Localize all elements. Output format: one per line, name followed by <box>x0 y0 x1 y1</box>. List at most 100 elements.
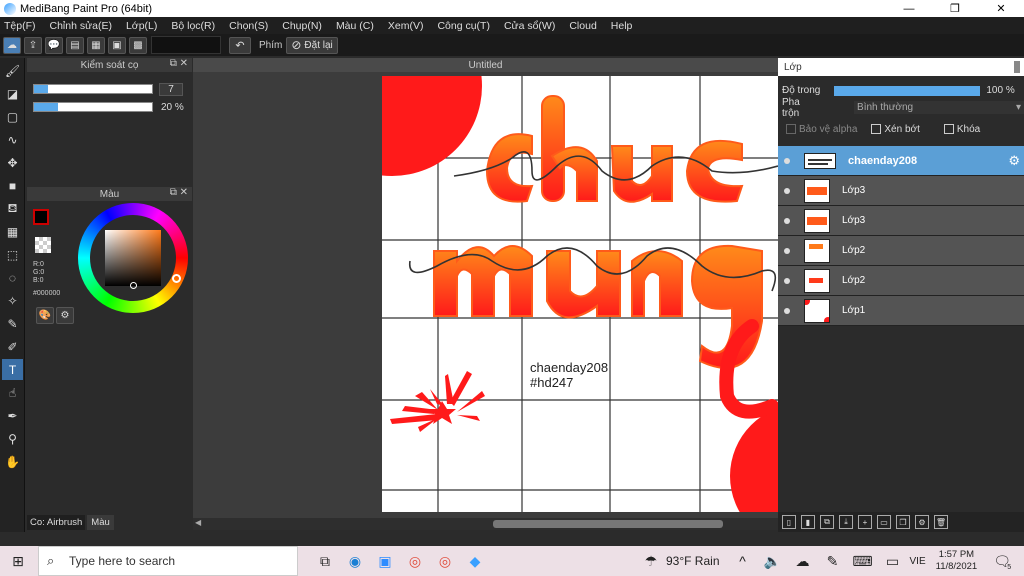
visibility-icon[interactable] <box>784 187 790 194</box>
folder-icon[interactable]: ▭ <box>877 515 891 529</box>
weather-text[interactable]: 93°F Rain <box>666 554 720 568</box>
panel-scroll-icon[interactable] <box>1014 61 1020 73</box>
menu-color[interactable]: Màu (C) <box>336 20 374 32</box>
menu-file[interactable]: Tệp(F) <box>4 20 36 32</box>
scroll-left-icon[interactable]: ◀ <box>195 518 201 527</box>
layer-settings-icon[interactable]: ⚙ <box>915 515 929 529</box>
menu-tools[interactable]: Công cụ(T) <box>437 20 490 32</box>
add-layer-menu-icon[interactable]: + <box>858 515 872 529</box>
chevron-up-icon[interactable]: ^ <box>728 546 758 576</box>
transparent-swatch[interactable] <box>35 237 51 253</box>
brush-tool-icon[interactable]: 🖌 <box>2 60 23 81</box>
gradient-tool-icon[interactable]: ▦ <box>2 221 23 242</box>
document-icon[interactable]: ▦ <box>87 36 105 54</box>
color-settings-icon[interactable]: ⚙ <box>56 307 74 324</box>
message-icon[interactable]: ▤ <box>66 36 84 54</box>
menu-help[interactable]: Help <box>611 20 633 32</box>
hand-tool-icon[interactable]: ✋ <box>2 451 23 472</box>
menu-snap[interactable]: Chụp(N) <box>282 20 322 32</box>
lasso-tool-icon[interactable]: ◌ <box>2 267 23 288</box>
shape-tool-icon[interactable]: ▢ <box>2 106 23 127</box>
visibility-icon[interactable] <box>784 157 790 164</box>
layer-item[interactable]: Lớp1 <box>778 296 1024 326</box>
scroll-thumb[interactable] <box>493 520 723 528</box>
visibility-icon[interactable] <box>784 277 790 284</box>
undo-button[interactable]: ↶ <box>229 36 251 54</box>
copy-layer-icon[interactable]: ⧉ <box>820 515 834 529</box>
menu-select[interactable]: Chọn(S) <box>229 20 268 32</box>
eyedropper-tool-icon[interactable]: ⚲ <box>2 428 23 449</box>
windows-start-icon[interactable]: ⊞ <box>0 546 36 576</box>
menu-view[interactable]: Xem(V) <box>388 20 424 32</box>
canvas-tab[interactable]: Untitled <box>193 58 778 72</box>
hue-ring[interactable] <box>78 203 188 313</box>
grid-icon[interactable]: ▩ <box>129 36 147 54</box>
palette-icon[interactable]: 🎨 <box>36 307 54 324</box>
notification-icon[interactable]: 🗨 5 <box>987 546 1017 576</box>
duplicate-icon[interactable]: ❐ <box>896 515 910 529</box>
foreground-color-swatch[interactable] <box>33 209 49 225</box>
minimize-button[interactable]: — <box>886 0 932 17</box>
new-layer-icon[interactable]: ▯ <box>782 515 796 529</box>
language-indicator[interactable]: VIE <box>910 556 926 567</box>
keyboard-icon[interactable]: ⌨ <box>848 546 878 576</box>
line-tool-icon[interactable]: ∿ <box>2 129 23 150</box>
gear-icon[interactable]: ⚙ <box>1008 153 1020 169</box>
visibility-icon[interactable] <box>784 307 790 314</box>
trash-icon[interactable]: 🗑 <box>934 515 948 529</box>
display-icon[interactable]: ▭ <box>878 546 908 576</box>
brush-tab[interactable]: Co: Airbrush <box>27 514 86 530</box>
hue-handle[interactable] <box>172 274 181 283</box>
layers-icon[interactable]: ▣ <box>108 36 126 54</box>
bucket-tool-icon[interactable]: ⛾ <box>2 198 23 219</box>
share-icon[interactable]: ⇪ <box>24 36 42 54</box>
brush-size-value[interactable]: 7 <box>159 82 183 96</box>
brush-opacity-slider[interactable] <box>33 102 153 112</box>
select-eraser-tool-icon[interactable]: ✐ <box>2 336 23 357</box>
lock-checkbox[interactable] <box>943 124 954 134</box>
color-tab[interactable]: Màu <box>87 514 114 530</box>
new-halftone-layer-icon[interactable]: ▮ <box>801 515 815 529</box>
move-tool-icon[interactable]: ✥ <box>2 152 23 173</box>
clock[interactable]: 1:57 PM 11/8/2021 <box>936 549 978 573</box>
fill-rect-tool-icon[interactable]: ■ <box>2 175 23 196</box>
pen-tool-icon[interactable]: ✒ <box>2 405 23 426</box>
comment-icon[interactable]: 💬 <box>45 36 63 54</box>
edge-icon[interactable]: ◉ <box>340 546 370 576</box>
taskbar-search[interactable]: ⌕ Type here to search <box>38 546 298 576</box>
saturation-square[interactable] <box>105 230 161 286</box>
menu-window[interactable]: Cửa sổ(W) <box>504 20 555 32</box>
horizontal-scrollbar[interactable]: ◀ <box>193 518 778 530</box>
chrome-icon[interactable]: ◎ <box>400 546 430 576</box>
protect-alpha-checkbox[interactable] <box>786 124 796 134</box>
chrome-icon-2[interactable]: ◎ <box>430 546 460 576</box>
panel-close-icon[interactable]: ⧉ ✕ <box>170 58 188 69</box>
menu-cloud[interactable]: Cloud <box>569 20 596 32</box>
select-rect-tool-icon[interactable]: ⬚ <box>2 244 23 265</box>
select-pen-tool-icon[interactable]: ✎ <box>2 313 23 334</box>
clipping-checkbox[interactable] <box>871 124 882 134</box>
task-view-icon[interactable]: ⧉ <box>310 546 340 576</box>
close-button[interactable]: ✕ <box>978 0 1024 17</box>
operation-tool-icon[interactable]: ☝ <box>2 382 23 403</box>
menu-edit[interactable]: Chỉnh sửa(E) <box>50 20 112 32</box>
weather-icon[interactable]: ☂ <box>636 546 666 576</box>
layer-item[interactable]: Lớp3 <box>778 206 1024 236</box>
brush-size-slider[interactable] <box>33 84 153 94</box>
reset-button[interactable]: ⊘ Đặt lại <box>286 36 338 54</box>
magic-wand-tool-icon[interactable]: ✧ <box>2 290 23 311</box>
menu-filter[interactable]: Bộ lọc(R) <box>171 20 215 32</box>
medibang-icon[interactable]: ◆ <box>460 546 490 576</box>
onedrive-icon[interactable]: ☁ <box>788 546 818 576</box>
layer-item[interactable]: chaenday208 ⚙ <box>778 146 1024 176</box>
layer-item[interactable]: Lớp3 <box>778 176 1024 206</box>
pen-icon[interactable]: ✎ <box>818 546 848 576</box>
layer-item[interactable]: Lớp2 <box>778 236 1024 266</box>
color-picker-handle[interactable] <box>130 282 137 289</box>
canvas[interactable]: chaenday208 #hd247 <box>382 76 778 512</box>
color-panel-close-icon[interactable]: ⧉ ✕ <box>170 187 188 198</box>
merge-down-icon[interactable]: ⤓ <box>839 515 853 529</box>
cloud-icon[interactable]: ☁ <box>3 36 21 54</box>
eraser-tool-icon[interactable]: ◪ <box>2 83 23 104</box>
visibility-icon[interactable] <box>784 247 790 254</box>
